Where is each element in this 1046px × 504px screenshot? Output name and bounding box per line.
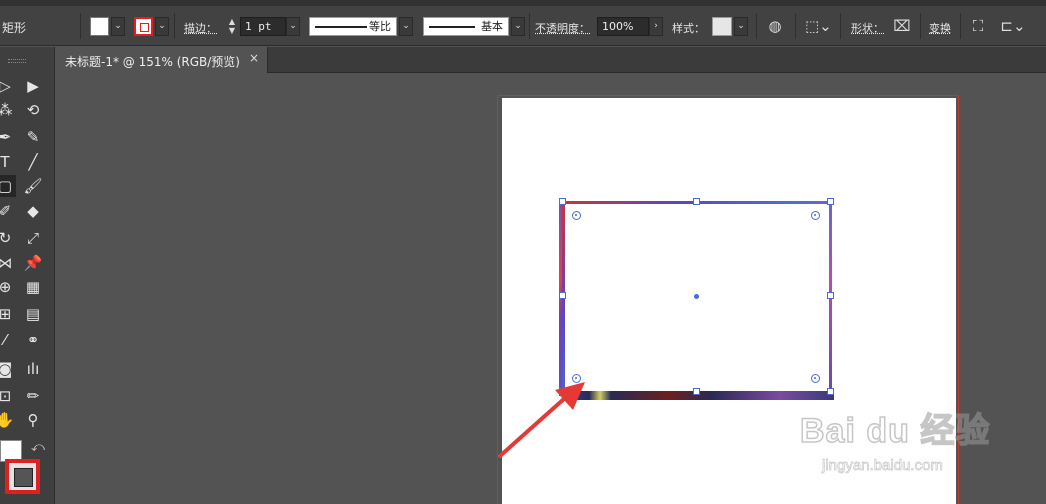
control-bar: 矩形 ⌄ ⌄ 描边： ▲ ▼ 1 pt ⌄ 等比 ⌄ 基本 ⌄ 不透明度： 100…	[0, 6, 1046, 46]
divider	[756, 13, 757, 39]
resize-handle-top-right[interactable]	[827, 198, 834, 205]
panel-grip[interactable]	[8, 59, 26, 63]
resize-handle-right[interactable]	[827, 292, 834, 299]
lasso-tool-icon[interactable]: ⟲	[22, 99, 44, 121]
stroke-dropdown-chevron-icon[interactable]: ⌄	[155, 17, 169, 36]
align-options-icon[interactable]: ⬚⌄	[805, 16, 832, 36]
corner-radius-widget-icon[interactable]	[811, 374, 820, 383]
shape-label[interactable]: 形状：	[851, 20, 884, 36]
divider	[840, 13, 841, 39]
panel-menu-icon[interactable]: ⊏⌄	[998, 16, 1028, 36]
opacity-slider-chevron-icon[interactable]: ›	[649, 17, 663, 36]
resize-handle-bottom[interactable]	[693, 388, 700, 395]
paintbrush-tool-icon[interactable]: 🖌	[22, 175, 44, 197]
mesh-tool-icon[interactable]: ⊞	[0, 303, 16, 325]
brush-line-preview	[429, 26, 475, 28]
current-tool-name: 矩形	[2, 21, 27, 35]
stroke-label[interactable]: 描边：	[184, 20, 217, 36]
style-label: 样式：	[672, 22, 705, 35]
slice-tool-icon[interactable]: ✏	[22, 385, 44, 407]
column-graph-tool-icon[interactable]: ılı	[22, 358, 44, 380]
profile-line-preview	[315, 26, 367, 28]
artboard-tool-icon[interactable]: ⊡	[0, 385, 16, 407]
type-tool-icon[interactable]: T	[0, 151, 16, 173]
isolate-object-icon[interactable]: ⛶	[968, 16, 988, 36]
symbol-sprayer-tool-icon[interactable]: ◙	[0, 358, 16, 380]
width-tool-icon[interactable]: ⋈	[0, 252, 16, 274]
selection-tool-icon[interactable]: ▷	[0, 75, 16, 97]
divider	[529, 13, 530, 39]
puppet-warp-tool-icon[interactable]: 📌	[22, 252, 44, 274]
brush-definition-select[interactable]: 基本	[423, 17, 509, 36]
direct-selection-tool-icon[interactable]: ▶	[22, 75, 44, 97]
stroke-weight-spinner-icon[interactable]: ▲ ▼	[225, 17, 239, 36]
resize-handle-top-left[interactable]	[559, 198, 566, 205]
shape-builder-tool-icon[interactable]: ⊕	[0, 276, 16, 298]
zoom-tool-icon[interactable]: ⚲	[22, 409, 44, 431]
eraser-tool-icon[interactable]: ◆	[22, 200, 44, 222]
baidu-jingyan-watermark: Bai du 经验 jingyan.baidu.com	[799, 385, 1000, 480]
stroke-weight-dropdown-icon[interactable]: ⌄	[286, 17, 300, 36]
stroke-weight-input[interactable]: 1 pt	[240, 17, 286, 36]
rectangle-tool-icon[interactable]: ▢	[0, 175, 16, 197]
resize-handle-top[interactable]	[693, 198, 700, 205]
opacity-input[interactable]: 100%	[597, 17, 649, 36]
perspective-grid-tool-icon[interactable]: ▦	[22, 276, 44, 298]
profile-label: 等比	[369, 20, 391, 33]
divider	[960, 13, 961, 39]
gradient-tool-icon[interactable]: ▤	[22, 303, 44, 325]
divider	[174, 13, 175, 39]
stroke-color-swatch[interactable]	[134, 17, 153, 36]
tools-panel: ▷ ▶ ⁂ ⟲ ✒ ✎ T ╱ ▢ 🖌 ✐ ◆ ↻ ⤢ ⋈ 📌 ⊕ ▦ ⊞ ▤ …	[0, 47, 55, 504]
hand-tool-icon[interactable]: ✋	[0, 409, 16, 431]
center-point[interactable]	[694, 294, 699, 299]
fill-color-swatch[interactable]	[90, 17, 109, 36]
profile-dropdown-icon[interactable]: ⌄	[399, 17, 413, 36]
scale-tool-icon[interactable]: ⤢	[22, 227, 44, 249]
rotate-tool-icon[interactable]: ↻	[0, 227, 16, 249]
pen-tool-icon[interactable]: ✒	[0, 126, 16, 148]
shape-properties-icon[interactable]: ⌧	[892, 16, 912, 36]
document-tab-title: 未标题-1* @ 151% (RGB/预览)	[65, 55, 240, 69]
eyedropper-tool-icon[interactable]: ⁄	[0, 329, 16, 351]
divider	[80, 13, 81, 39]
divider	[920, 13, 921, 39]
close-tab-icon[interactable]: ×	[249, 51, 259, 65]
fill-dropdown-chevron-icon[interactable]: ⌄	[111, 17, 125, 36]
graphic-style-swatch[interactable]	[712, 17, 732, 36]
corner-radius-widget-icon[interactable]	[811, 211, 820, 220]
transform-button[interactable]: 变换	[929, 20, 951, 36]
blend-tool-icon[interactable]: ⚭	[22, 329, 44, 351]
corner-radius-widget-icon[interactable]	[572, 211, 581, 220]
opacity-label[interactable]: 不透明度：	[535, 20, 590, 36]
divider	[795, 13, 796, 39]
magic-wand-tool-icon[interactable]: ⁂	[0, 99, 16, 121]
watermark-url-text: jingyan.baidu.com	[822, 457, 944, 475]
swap-fill-stroke-icon[interactable]: ⤺	[31, 440, 45, 455]
recolor-artwork-icon[interactable]: ◍	[765, 16, 785, 36]
shaper-tool-icon[interactable]: ✐	[0, 200, 16, 222]
variable-width-profile-select[interactable]: 等比	[309, 17, 397, 36]
style-dropdown-icon[interactable]: ⌄	[734, 17, 748, 36]
curvature-tool-icon[interactable]: ✎	[22, 126, 44, 148]
annotation-arrow-icon	[498, 382, 585, 458]
stroke-color-box[interactable]	[5, 459, 40, 494]
line-segment-tool-icon[interactable]: ╱	[22, 151, 44, 173]
brush-dropdown-icon[interactable]: ⌄	[511, 17, 525, 36]
resize-handle-left[interactable]	[559, 292, 566, 299]
document-tab[interactable]: 未标题-1* @ 151% (RGB/预览) ×	[55, 47, 268, 73]
watermark-main-text: Bai du 经验	[799, 411, 991, 451]
document-tab-bar: 未标题-1* @ 151% (RGB/预览) ×	[55, 47, 1046, 73]
brush-label: 基本	[481, 20, 503, 33]
